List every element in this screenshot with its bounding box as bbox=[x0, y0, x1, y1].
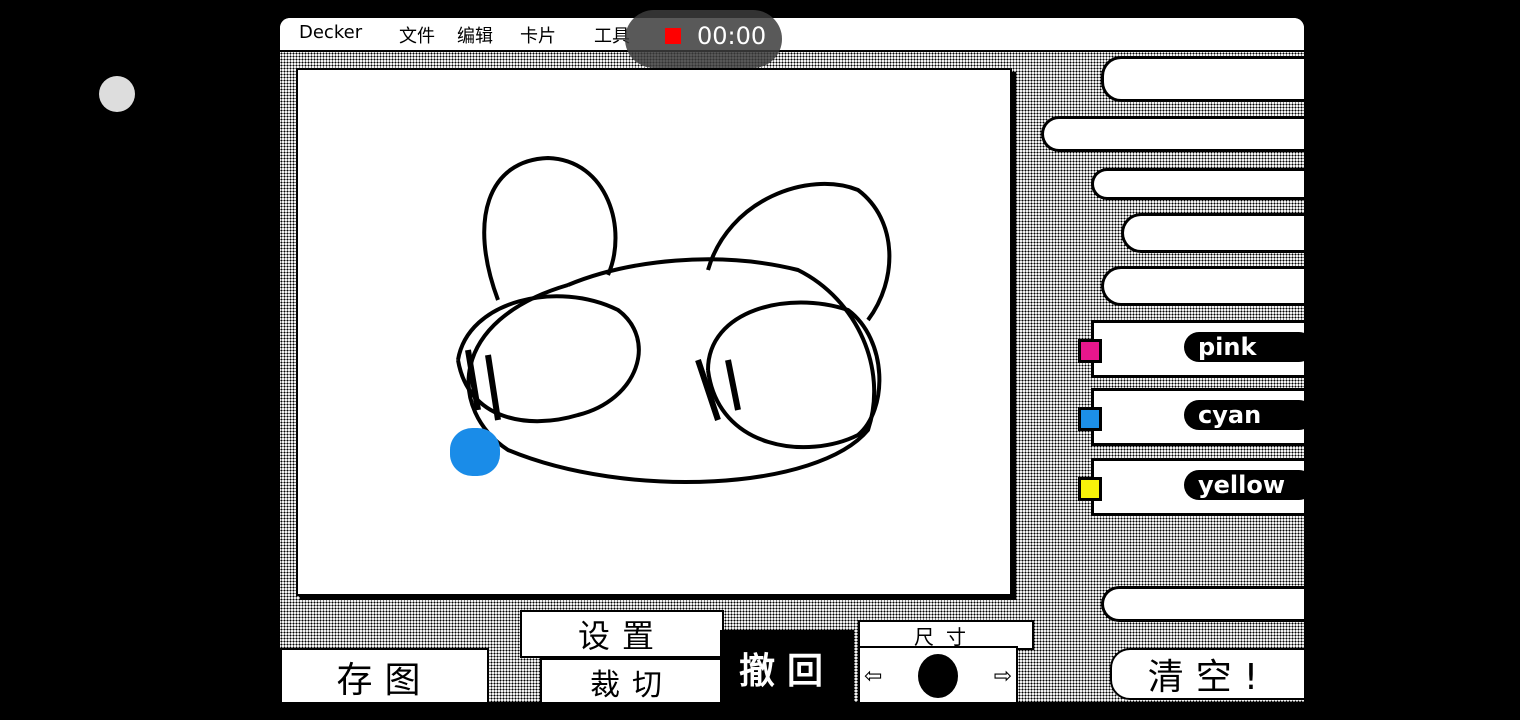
settings-button[interactable]: 设置 bbox=[520, 610, 724, 658]
menu-app-name[interactable]: Decker bbox=[299, 22, 362, 43]
tool-fountain-pen[interactable] bbox=[1101, 56, 1304, 102]
tool-ink-pen[interactable] bbox=[1091, 168, 1304, 200]
tool-nib[interactable] bbox=[1101, 266, 1304, 306]
record-icon bbox=[665, 28, 681, 44]
tool-brush[interactable] bbox=[1121, 213, 1304, 253]
tool-eraser[interactable] bbox=[1101, 586, 1304, 622]
screen-recording-indicator[interactable]: 00:00 bbox=[625, 10, 782, 68]
pink-cap-icon bbox=[1078, 339, 1102, 363]
brush-size-preview-icon bbox=[918, 654, 958, 698]
recording-timer: 00:00 bbox=[697, 22, 767, 50]
marker-label: pink bbox=[1184, 332, 1304, 362]
marker-pink[interactable]: pink bbox=[1078, 320, 1304, 378]
save-image-button[interactable]: 存图 bbox=[280, 648, 489, 702]
tool-pencil[interactable] bbox=[1041, 116, 1304, 152]
menu-card[interactable]: 卡片 bbox=[520, 22, 556, 48]
yellow-cap-icon bbox=[1078, 477, 1102, 501]
menu-file[interactable]: 文件 bbox=[399, 22, 435, 48]
marker-yellow[interactable]: yellow bbox=[1078, 458, 1304, 516]
size-increase-arrow-icon[interactable]: ⇨ bbox=[994, 664, 1012, 689]
touch-cursor-indicator bbox=[99, 76, 135, 112]
size-decrease-arrow-icon[interactable]: ⇦ bbox=[864, 664, 882, 689]
cyan-cap-icon bbox=[1078, 407, 1102, 431]
drawing-canvas[interactable] bbox=[296, 68, 1012, 596]
marker-label: cyan bbox=[1184, 400, 1304, 430]
blue-paint-blob bbox=[450, 428, 500, 476]
crop-button[interactable]: 裁切 bbox=[540, 658, 724, 702]
menu-edit[interactable]: 编辑 bbox=[457, 22, 493, 48]
drawing-strokes bbox=[456, 155, 892, 484]
size-stepper[interactable]: ⇦ ⇨ bbox=[858, 646, 1018, 702]
undo-button[interactable]: 撤回 bbox=[720, 630, 854, 702]
marker-label: yellow bbox=[1184, 470, 1304, 500]
marker-cyan[interactable]: cyan bbox=[1078, 388, 1304, 446]
menu-bar: Decker 文件 编辑 卡片 工具 bbox=[280, 18, 1304, 52]
clear-button[interactable]: 清空! bbox=[1110, 648, 1304, 700]
decker-window: Decker 文件 编辑 卡片 工具 pink cyan yellow 存图 设… bbox=[280, 18, 1304, 702]
